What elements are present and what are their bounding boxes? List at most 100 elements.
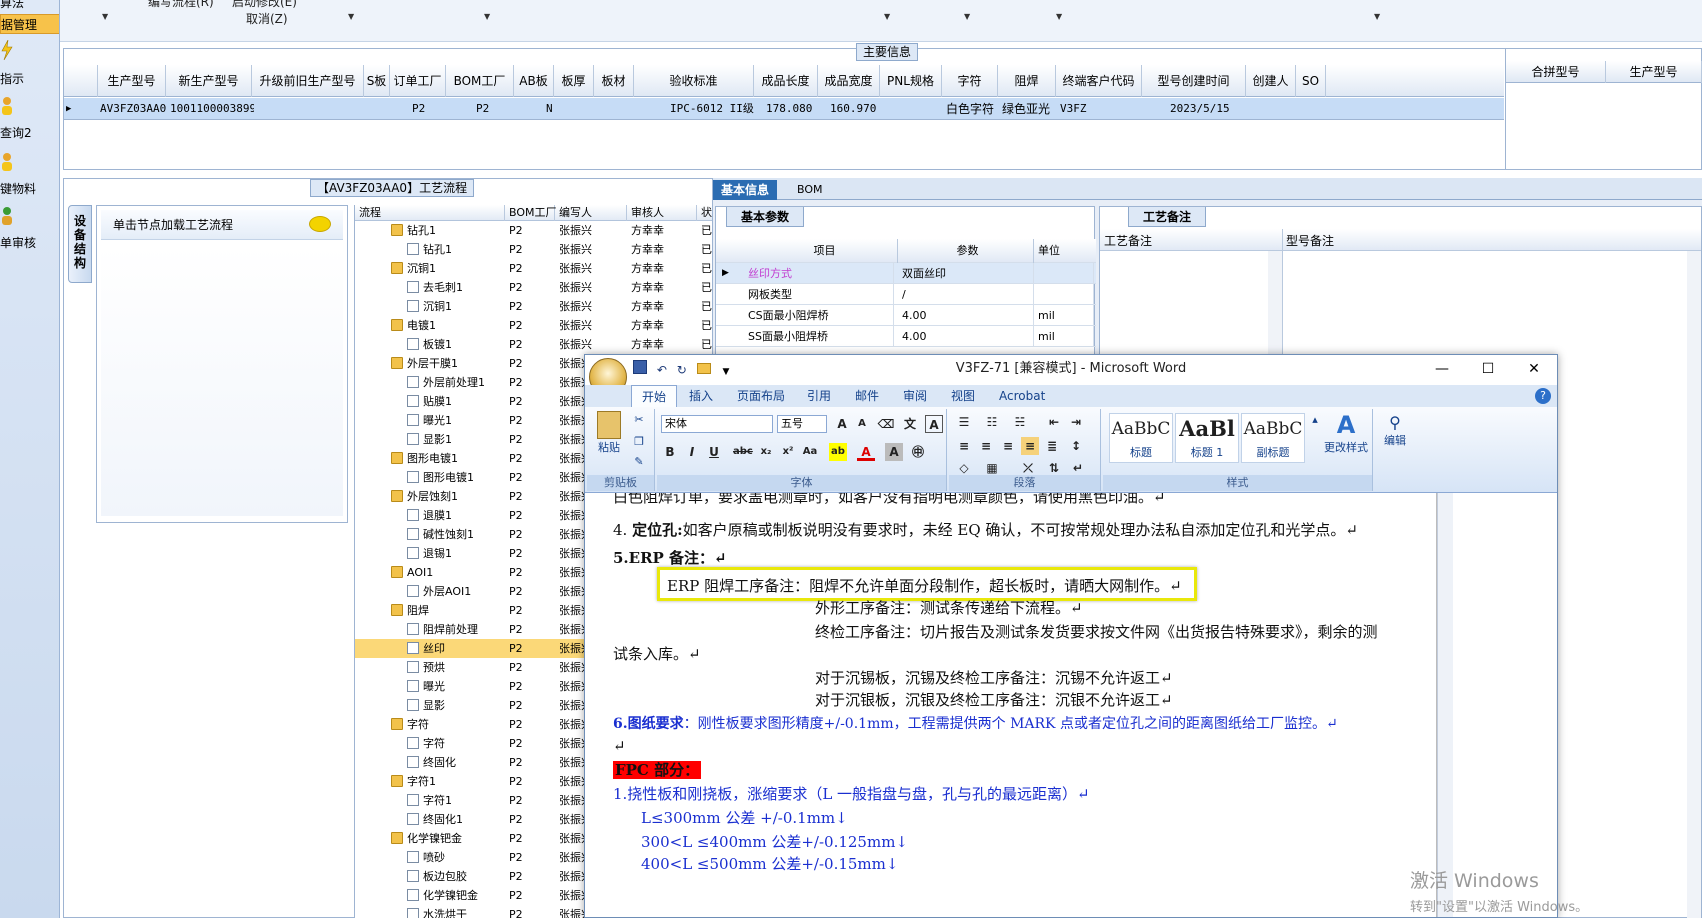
device-structure-tab[interactable]: 设备结构 [68,205,92,283]
col-header[interactable]: 成品宽度 [818,65,880,97]
col-header[interactable]: 型号备注 [1286,232,1334,249]
tab-basic-info[interactable]: 基本信息 [713,180,778,200]
tree-row[interactable]: 去毛刺1 P2 张振兴 方幸幸 已审核 [355,278,712,297]
col-header[interactable]: 生产型号 [1606,61,1702,83]
char-border-icon[interactable]: A [925,415,943,433]
tab-home[interactable]: 开始 [631,385,678,407]
dropdown-arrow-icon[interactable]: ▼ [348,12,354,21]
align-left-icon[interactable]: ≡ [955,437,973,455]
cell[interactable]: 10011000038992 [170,98,254,120]
col-header[interactable]: 成品长度 [754,65,818,97]
shrink-font-icon[interactable]: A [853,415,871,433]
cut-icon[interactable]: ✂ [631,413,647,426]
cell[interactable]: N [546,98,566,120]
dropdown-arrow-icon[interactable]: ▼ [964,12,970,21]
tree-row[interactable]: 钻孔1 P2 张振兴 方幸幸 已审核 [355,240,712,259]
document-page[interactable]: 白色阻焊订单，要求盖电测章时，如客户没有指明电测章颜色，请使用黑色印油。↵ 4.… [585,493,1437,917]
style-heading1[interactable]: AaBl 标题 1 [1175,413,1239,463]
customize-qat-icon[interactable]: ▼ [722,367,729,377]
edit-button[interactable]: ⚲ 编辑 [1377,413,1413,448]
tab-bom[interactable]: BOM [789,180,831,200]
tab-layout[interactable]: 页面布局 [727,385,795,407]
cancel-menu[interactable]: 取消(Z) [246,10,288,27]
copy-icon[interactable]: ❐ [631,435,647,448]
col-header[interactable]: 板材 [594,65,634,97]
cell[interactable]: P2 [476,98,506,120]
change-styles-button[interactable]: A 更改样式 [1321,411,1371,455]
dropdown-arrow-icon[interactable]: ▼ [884,12,890,21]
tab-view[interactable]: 视图 [941,385,985,407]
dropdown-arrow-icon[interactable]: ▼ [1056,12,1062,21]
cell[interactable]: 绿色亚光 [1002,98,1058,120]
dropdown-arrow-icon[interactable]: ▼ [1374,12,1380,21]
nav-item-query2[interactable]: 查询2 [0,96,59,142]
col-header[interactable]: 字符 [942,65,998,97]
undo-icon[interactable]: ↶ [657,363,667,377]
tree-row[interactable]: 沉铜1 P2 张振兴 方幸幸 已审核 [355,259,712,278]
edit-process-menu[interactable]: 编写流程(R) [148,0,214,10]
tab-mailings[interactable]: 邮件 [845,385,889,407]
col-header[interactable]: AB板 [514,65,554,97]
style-subtitle[interactable]: AaBbC 副标题 [1241,413,1305,463]
start-modify-menu[interactable]: 启动修改(E) [232,0,297,10]
save-icon[interactable] [633,360,647,374]
nav-item-algorithm[interactable]: 算法 [0,0,59,12]
cell[interactable]: AV3FZ03AA0 [100,98,166,120]
numbering-icon[interactable]: ☷ [983,413,1001,431]
redo-icon[interactable]: ↻ [677,363,687,377]
col-header[interactable]: PNL规格 [880,65,942,97]
cell[interactable]: 160.970 [830,98,890,120]
font-name-combo[interactable]: 宋体 [661,415,773,433]
cell[interactable]: IPC-6012 II级 [670,98,754,120]
dropdown-arrow-icon[interactable]: ▼ [102,12,108,21]
col-header[interactable]: 工艺备注 [1104,232,1152,249]
superscript-icon[interactable]: x² [779,443,797,461]
col-header[interactable]: 参数 [898,239,1034,263]
col-header[interactable]: 新生产型号 [166,65,252,97]
col-header[interactable]: S板 [364,65,390,97]
col-header[interactable]: 订单工厂 [390,65,446,97]
minimize-button[interactable]: — [1419,355,1465,383]
char-shading-icon[interactable]: A [885,443,903,461]
line-spacing-icon[interactable]: ↕ [1067,437,1085,455]
decrease-indent-icon[interactable]: ⇤ [1045,413,1063,431]
cell[interactable]: 白色字符 [946,98,1000,120]
justify-icon[interactable]: ≡ [1021,437,1039,455]
font-size-combo[interactable]: 五号 [777,415,827,433]
col-header[interactable]: BOM工厂 [446,65,514,97]
tree-row[interactable]: 钻孔1 P2 张振兴 方幸幸 已审核 [355,221,712,240]
tab-references[interactable]: 引用 [797,385,841,407]
bold-icon[interactable]: B [661,443,679,461]
cell[interactable]: V3FZ [1060,98,1120,120]
col-header[interactable]: 编写人 [555,205,627,221]
model-remark-scrollbar[interactable] [1687,251,1701,918]
load-process-button[interactable]: 单击节点加载工艺流程 [101,210,343,240]
param-row[interactable]: ▶ 丝印方式 双面丝印 [716,263,1096,284]
tab-acrobat[interactable]: Acrobat [989,385,1055,407]
col-header[interactable]: BOM工厂 [505,205,557,221]
distribute-icon[interactable]: ≣ [1043,437,1061,455]
tree-row[interactable]: 电镀1 P2 张振兴 方幸幸 已审核 [355,316,712,335]
styles-scroll-icon[interactable]: ▴ [1309,413,1321,426]
col-header[interactable]: 验收标准 [634,65,754,97]
param-row[interactable]: CS面最小阻焊桥 4.00 mil [716,305,1096,326]
col-header[interactable]: 创建人 [1246,65,1296,97]
change-case-icon[interactable]: Aa [801,443,819,461]
grow-font-icon[interactable]: A [833,415,851,433]
close-button[interactable]: ✕ [1511,355,1557,383]
subscript-icon[interactable]: x₂ [757,443,775,461]
tree-row[interactable]: 板镀1 P2 张振兴 方幸幸 已审核 [355,335,712,354]
col-header[interactable]: 终端客户代码 [1056,65,1142,97]
phonetic-icon[interactable]: 文 [901,415,919,433]
bullets-icon[interactable]: ☰ [955,413,973,431]
cell[interactable]: 2023/5/15 [1170,98,1240,120]
paste-button[interactable]: 粘贴 [593,411,625,454]
italic-icon[interactable]: I [683,443,701,461]
maximize-button[interactable]: ☐ [1465,355,1511,383]
col-header[interactable]: 单位 [1034,239,1094,263]
main-info-row[interactable]: ▶ AV3FZ03AA0 10011000038992 P2 P2 N IPC-… [64,98,1504,120]
col-header[interactable]: 状态 [697,205,712,221]
highlight-icon[interactable]: ab [829,443,847,461]
param-row[interactable]: 网板类型 / [716,284,1096,305]
col-header[interactable]: 升级前旧生产型号 [252,65,364,97]
